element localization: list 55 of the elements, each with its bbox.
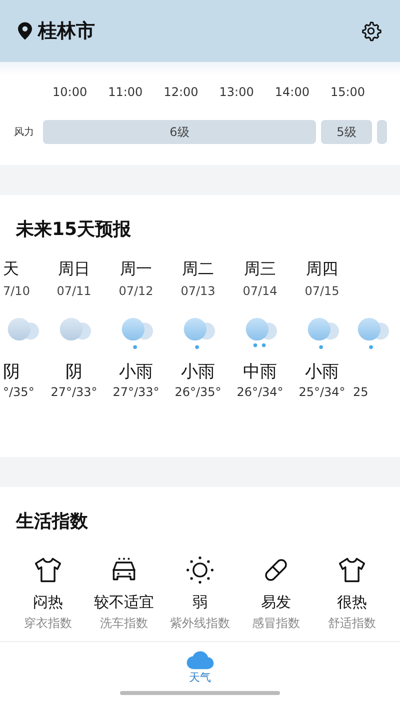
weekday-label: 周日: [58, 259, 90, 280]
hour-label: 10:00: [52, 85, 88, 101]
weather-condition: 中雨: [243, 361, 277, 382]
date-label: 07/12: [118, 284, 154, 300]
hour-label: 15:00: [329, 85, 366, 101]
section-title: 生活指数: [14, 510, 89, 533]
date-label: 07/14: [242, 284, 278, 300]
weekday-label: 周二: [182, 259, 214, 280]
cloud-icon: [186, 650, 214, 670]
date-label: 07/11: [56, 284, 92, 300]
index-value: 较不适宜: [94, 593, 154, 612]
temperature-range: 26°/35°: [174, 385, 222, 399]
index-value: 弱: [192, 593, 208, 612]
temperature-range: °/35°: [3, 385, 34, 399]
city-name: 桂林市: [38, 19, 96, 44]
index-label: 洗车指数: [100, 615, 148, 632]
wind-label: 风力: [13, 126, 35, 139]
weather-condition: 小雨: [181, 361, 215, 382]
index-label: 舒适指数: [328, 615, 376, 632]
index-label: 紫外线指数: [170, 615, 230, 632]
index-label: 感冒指数: [252, 615, 300, 632]
index-value: 闷热: [33, 593, 63, 612]
index-value: 很热: [337, 593, 367, 612]
weather-condition: 阴: [66, 361, 82, 382]
weekday-label: 天: [3, 259, 19, 280]
wind-level-bar: 5级: [321, 120, 372, 144]
weekday-label: 周三: [244, 259, 276, 280]
section-title: 未来15天预报: [14, 218, 132, 241]
t-shirt-icon: [337, 555, 367, 585]
hour-label: 11:00: [107, 85, 144, 101]
hour-label: 13:00: [218, 85, 255, 101]
temperature-range: 25°/34°: [298, 385, 346, 399]
temperature-range: 26°/34°: [236, 385, 284, 399]
date-label: 07/13: [180, 284, 216, 300]
date-label: 7/10: [3, 284, 30, 300]
temperature-range: 27°/33°: [112, 385, 160, 399]
hour-label: 12:00: [162, 85, 200, 101]
weather-condition: 小雨: [305, 361, 339, 382]
weather-condition: 小雨: [119, 361, 153, 382]
wind-level-bar: [377, 120, 387, 144]
weather-tab[interactable]: 天气: [186, 650, 214, 685]
sun-icon: [185, 555, 215, 585]
weekday-label: 周一: [120, 259, 152, 280]
t-shirt-icon: [33, 555, 63, 585]
weather-condition: 阴: [3, 361, 20, 382]
location-pin-icon: [18, 22, 32, 40]
temperature-range: 25: [353, 385, 368, 399]
index-value: 易发: [261, 593, 291, 612]
temperature-range: 27°/33°: [50, 385, 98, 399]
date-label: 07/15: [304, 284, 340, 300]
settings-icon[interactable]: [360, 20, 382, 42]
wind-level-bar: 6级: [43, 120, 316, 144]
index-label: 穿衣指数: [24, 615, 72, 632]
weekday-label: 周四: [306, 259, 338, 280]
hour-label: 14:00: [274, 85, 310, 101]
